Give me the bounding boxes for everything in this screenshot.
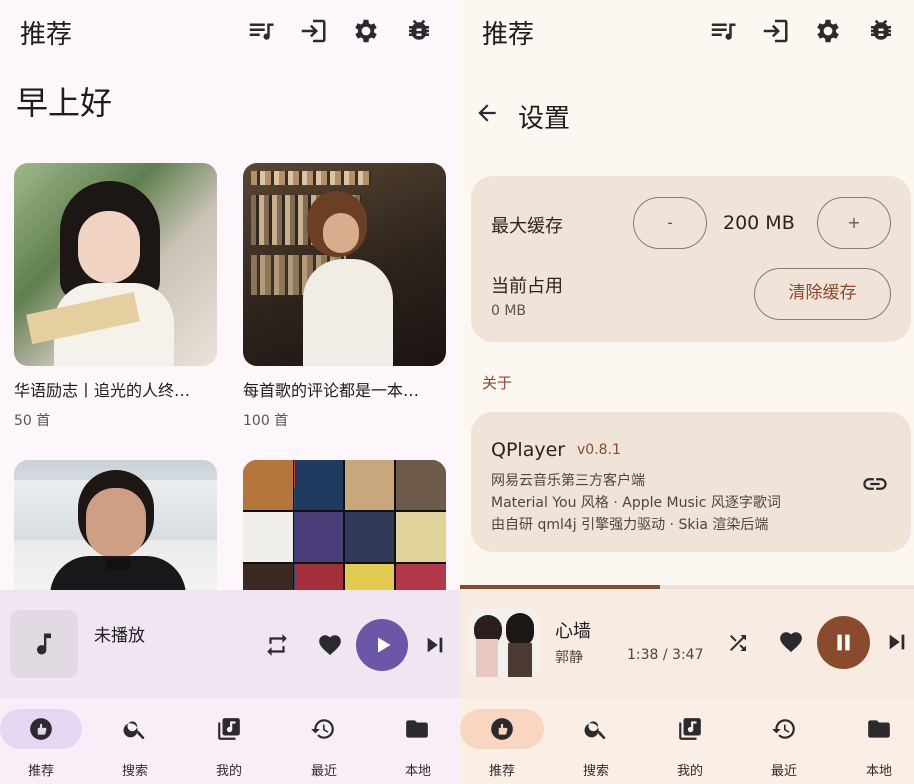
app-description-line: Material You 风格 · Apple Music 风逐字歌词 [491, 495, 781, 511]
now-playing-title: 心墙 [555, 621, 591, 642]
max-cache-label: 最大缓存 [491, 216, 563, 237]
recommend-icon [30, 718, 52, 740]
login-icon[interactable] [760, 16, 790, 46]
nav-label[interactable]: 我的 [660, 760, 720, 779]
app-description-line: 由自研 qml4j 引擎强力驱动 · Skia 渲染后端 [491, 517, 769, 533]
pause-icon [837, 634, 850, 651]
increase-cache-button[interactable]: + [817, 197, 891, 249]
nav-label[interactable]: 搜索 [566, 760, 626, 779]
max-cache-value: 200 MB [723, 212, 795, 234]
now-playing-title: 未播放 [94, 626, 145, 646]
skip-next-icon[interactable] [886, 631, 908, 653]
album-art [470, 609, 538, 677]
link-icon[interactable] [861, 470, 889, 498]
play-button[interactable] [356, 619, 408, 671]
bug-report-icon[interactable] [866, 16, 896, 46]
current-usage-value: 0 MB [491, 303, 527, 319]
library-music-icon[interactable] [216, 716, 242, 742]
heart-icon[interactable] [316, 632, 344, 658]
bug-report-icon[interactable] [404, 16, 434, 46]
right-screen: 推荐 设置 最大缓存 - 200 MB + 当前占用 0 MB 清除缓存 关于 … [460, 0, 914, 784]
shuffle-icon[interactable] [726, 631, 750, 655]
about-section-label: 关于 [482, 374, 513, 392]
mini-player[interactable]: 心墙 郭静 1:38 / 3:47 [460, 589, 914, 698]
nav-label[interactable]: 最近 [754, 760, 814, 779]
page-title: 推荐 [482, 20, 535, 50]
playlist-track-count: 100 首 [243, 413, 289, 429]
app-name: QPlayer [491, 439, 566, 461]
search-icon[interactable] [583, 716, 609, 742]
music-note-icon [37, 633, 51, 655]
nav-label[interactable]: 推荐 [472, 760, 532, 779]
play-icon [378, 637, 391, 653]
nav-label[interactable]: 最近 [294, 760, 354, 779]
login-icon[interactable] [298, 16, 328, 46]
playback-time: 1:38 / 3:47 [627, 647, 704, 663]
app-version: v0.8.1 [577, 442, 621, 458]
nav-label[interactable]: 本地 [849, 760, 909, 779]
pause-button[interactable] [817, 616, 870, 669]
heart-icon[interactable] [777, 629, 805, 655]
album-art-placeholder [10, 610, 78, 678]
playlist-track-count: 50 首 [14, 413, 51, 429]
about-card[interactable]: QPlayer v0.8.1 网易云音乐第三方客户端 Material You … [471, 412, 911, 552]
recommend-icon [491, 718, 513, 740]
playlist-cover-image[interactable] [243, 163, 446, 366]
nav-label[interactable]: 我的 [199, 760, 259, 779]
settings-gear-icon[interactable] [813, 16, 843, 46]
greeting-heading: 早上好 [16, 84, 113, 122]
cache-settings-card: 最大缓存 - 200 MB + 当前占用 0 MB 清除缓存 [471, 176, 911, 342]
nav-label[interactable]: 搜索 [105, 760, 165, 779]
queue-music-icon[interactable] [708, 16, 738, 46]
skip-next-icon[interactable] [424, 634, 446, 656]
nav-label[interactable]: 推荐 [11, 760, 71, 779]
playlist-title[interactable]: 每首歌的评论都是一本… [243, 377, 448, 401]
back-arrow-icon[interactable] [474, 100, 500, 126]
playlist-cover-image[interactable] [14, 163, 217, 366]
app-description-line: 网易云音乐第三方客户端 [491, 473, 645, 489]
history-icon[interactable] [771, 716, 797, 742]
now-playing-artist: 郭静 [555, 650, 583, 666]
folder-icon[interactable] [404, 716, 430, 742]
decrease-cache-button[interactable]: - [633, 197, 707, 249]
library-music-icon[interactable] [677, 716, 703, 742]
settings-title: 设置 [518, 104, 571, 134]
page-title: 推荐 [20, 20, 73, 50]
repeat-icon[interactable] [264, 632, 290, 658]
search-icon[interactable] [122, 716, 148, 742]
settings-gear-icon[interactable] [351, 16, 381, 46]
mini-player[interactable]: 未播放 [0, 590, 460, 698]
playlist-title[interactable]: 华语励志丨追光的人终… [14, 377, 219, 401]
nav-label[interactable]: 本地 [388, 760, 448, 779]
left-screen: 推荐 早上好 华语励志丨追光的人终… 50 首 每首歌的评论都是一本… 100 … [0, 0, 460, 784]
playlist-cover-image[interactable] [243, 460, 446, 600]
queue-music-icon[interactable] [246, 16, 276, 46]
clear-cache-button[interactable]: 清除缓存 [754, 268, 891, 320]
current-usage-label: 当前占用 [491, 276, 563, 297]
folder-icon[interactable] [866, 716, 892, 742]
bottom-nav: 推荐 搜索 我的 最近 本地 [0, 698, 460, 784]
playlist-cover-image[interactable] [14, 460, 217, 600]
history-icon[interactable] [310, 716, 336, 742]
bottom-nav: 推荐 搜索 我的 最近 本地 [460, 698, 914, 784]
